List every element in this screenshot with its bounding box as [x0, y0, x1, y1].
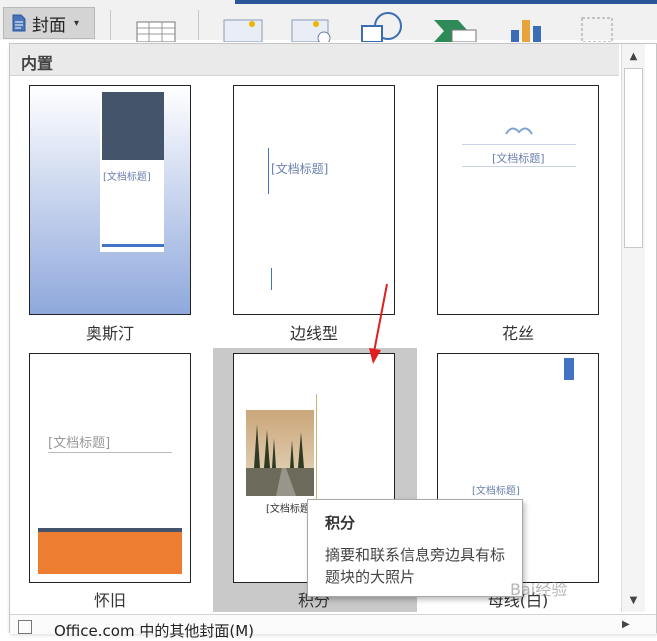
annotation-arrow — [369, 283, 388, 364]
cover-name-retrospect: 怀旧 — [93, 591, 126, 610]
cover-title-placeholder: [文档标题] — [492, 152, 545, 165]
cover-tooltip: 积分 摘要和联系信息旁边具有标题块的大照片 — [307, 499, 523, 597]
tooltip-title: 积分 — [325, 514, 356, 532]
side-rule — [316, 394, 317, 502]
cover-name-filigree: 花丝 — [501, 324, 534, 343]
scroll-down-icon[interactable]: ▼ — [622, 590, 645, 610]
ribbon-divider — [198, 10, 199, 40]
cover-title-placeholder: [文档标题] — [48, 436, 111, 451]
online-picture-icon[interactable] — [290, 10, 334, 42]
more-covers-item[interactable]: Office.com 中的其他封面(M) ▶ — [10, 614, 656, 640]
cover-title-placeholder: [文档标题] — [271, 162, 329, 176]
cover-thumb-sideline[interactable]: [文档标题] — [233, 85, 395, 315]
summary-block — [102, 92, 164, 160]
scroll-up-icon[interactable]: ▲ — [622, 46, 645, 66]
orange-block — [38, 532, 182, 574]
ribbon-accent-bar — [235, 0, 657, 4]
accent-tab — [564, 358, 574, 380]
cover-thumb-retrospect[interactable]: [文档标题] — [29, 353, 191, 583]
cover-page-icon — [12, 14, 26, 32]
chevron-down-icon: ▾ — [74, 17, 80, 29]
cover-page-label: 封面 — [32, 15, 66, 36]
chevron-right-icon: ▶ — [622, 619, 630, 630]
accent-rule — [102, 244, 164, 247]
cover-thumb-austin[interactable]: [文档标题] — [29, 85, 191, 315]
smartart-icon[interactable] — [432, 10, 478, 42]
ribbon-divider — [110, 10, 111, 40]
more-covers-label: Office.com 中的其他封面(M) — [54, 622, 255, 640]
cover-title-placeholder: [文档标题] — [103, 172, 151, 183]
chart-icon[interactable] — [508, 10, 548, 42]
divider — [462, 166, 576, 167]
divider — [48, 452, 172, 453]
divider — [462, 144, 576, 145]
flourish-icon — [505, 127, 533, 135]
office-online-icon — [18, 620, 32, 634]
table-icon[interactable] — [136, 10, 176, 42]
side-rule — [268, 148, 269, 194]
cover-title-placeholder: [文档标题] — [472, 486, 520, 497]
side-rule — [271, 268, 272, 290]
cover-photo — [246, 410, 314, 496]
picture-icon[interactable] — [222, 10, 266, 42]
scroll-thumb[interactable] — [624, 68, 643, 248]
gallery-scrollbar[interactable]: ▲ ▼ — [621, 44, 645, 612]
tooltip-description: 摘要和联系信息旁边具有标题块的大照片 — [325, 546, 506, 586]
watermark: Bai经验 — [510, 580, 568, 599]
section-title: 内置 — [21, 54, 54, 73]
cover-page-button[interactable]: 封面 ▾ — [3, 7, 95, 39]
shapes-icon[interactable] — [358, 10, 408, 42]
screenshot-icon[interactable] — [580, 10, 616, 42]
section-header-builtin: 内置 — [10, 44, 619, 76]
cover-name-austin: 奥斯汀 — [85, 324, 134, 343]
cover-thumb-filigree[interactable]: [文档标题] — [437, 85, 599, 315]
